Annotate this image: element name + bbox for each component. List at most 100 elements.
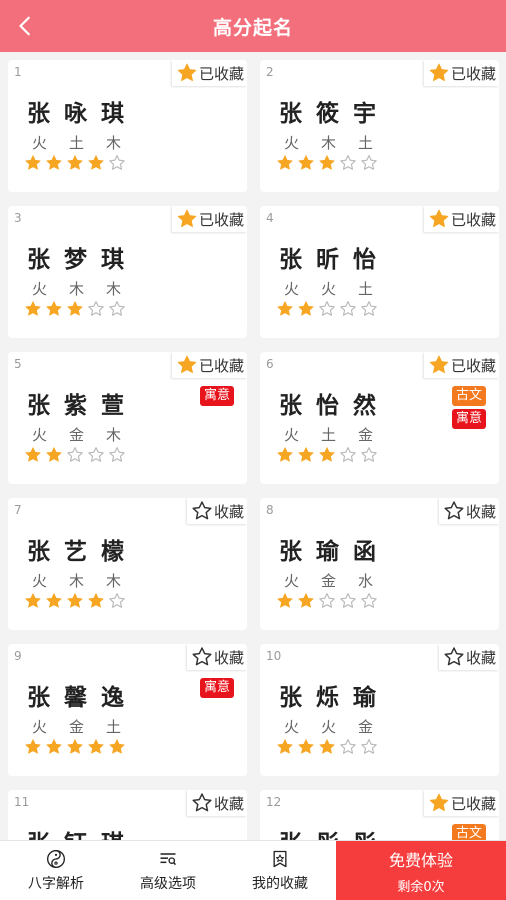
nav-bazi-analysis[interactable]: 八字解析 <box>0 841 112 900</box>
star-outline-icon <box>340 155 356 170</box>
name-character: 梦 <box>64 247 87 273</box>
element-label: 木 <box>106 572 122 590</box>
name-card[interactable]: 4 已收藏张昕怡火 火 土 <box>260 206 499 338</box>
nav-bazi-analysis-label: 八字解析 <box>28 876 84 892</box>
star-filled-icon <box>88 739 104 754</box>
name-card[interactable]: 2 已收藏张筱宇火 木 土 <box>260 60 499 192</box>
element-label: 土 <box>69 134 85 152</box>
favorite-button[interactable]: 收藏 <box>186 498 247 524</box>
classic-tag: 古文 <box>451 824 486 840</box>
name-card[interactable]: 12已收藏张彤彤古文 <box>260 790 499 840</box>
name-text: 张馨逸 <box>27 678 138 712</box>
favorite-button[interactable]: 收藏 <box>186 644 247 670</box>
favorited-button[interactable]: 已收藏 <box>171 206 247 232</box>
card-index: 9 <box>14 649 22 663</box>
star-outline-icon <box>88 301 104 316</box>
star-outline-icon <box>361 739 377 754</box>
name-character: 彤 <box>316 824 353 840</box>
name-character: 然 <box>353 393 376 419</box>
star-filled-icon <box>429 209 449 228</box>
name-card[interactable]: 10 收藏张烁瑜火 火 金 <box>260 644 499 776</box>
free-trial-button[interactable]: 免费体验 剩余0次 <box>336 841 506 900</box>
name-character: 琪 <box>101 824 138 840</box>
favorite-button[interactable]: 收藏 <box>186 790 247 816</box>
favorited-button[interactable]: 已收藏 <box>171 352 247 378</box>
name-card[interactable]: 1 已收藏张咏琪火 土 木 <box>8 60 247 192</box>
favorited-button[interactable]: 已收藏 <box>423 206 499 232</box>
rating-stars <box>276 738 381 756</box>
nav-my-favorites[interactable]: 我的收藏 <box>224 841 336 900</box>
star-outline-icon <box>361 155 377 170</box>
favorite-label: 收藏 <box>213 502 244 521</box>
name-card[interactable]: 3 已收藏张梦琪火 木 木 <box>8 206 247 338</box>
name-character: 烁 <box>316 685 339 711</box>
element-label: 木 <box>321 134 337 152</box>
favorite-label: 已收藏 <box>450 210 496 229</box>
name-list[interactable]: 1 已收藏张咏琪火土木 2 已收藏张筱宇火木土 3 已收藏张梦琪火木木 4 已收藏张昕怡火火土… <box>0 52 506 840</box>
back-button[interactable] <box>12 12 40 40</box>
name-text: 张咏琪 <box>27 94 138 128</box>
card-index: 3 <box>14 211 22 225</box>
nav-advanced-options-label: 高级选项 <box>140 876 196 892</box>
star-filled-icon <box>177 63 197 82</box>
name-card[interactable]: 6 已收藏张怡然火 土 金 古文 寓意 <box>260 352 499 484</box>
name-character: 萱 <box>101 393 124 419</box>
name-character: 檬 <box>101 539 124 565</box>
star-filled-icon <box>277 155 293 170</box>
tag-group: 寓意 <box>199 386 234 409</box>
star-filled-icon <box>277 447 293 462</box>
nav-advanced-options[interactable]: 高级选项 <box>112 841 224 900</box>
star-outline-icon <box>361 447 377 462</box>
name-character: 怡 <box>353 247 376 273</box>
star-filled-icon <box>46 593 62 608</box>
star-filled-icon <box>88 155 104 170</box>
name-character: 瑜 <box>353 685 376 711</box>
favorited-button[interactable]: 已收藏 <box>423 60 499 86</box>
star-outline-icon <box>109 447 125 462</box>
rating-stars <box>24 592 129 610</box>
star-filled-icon <box>67 301 83 316</box>
favorited-button[interactable]: 已收藏 <box>171 60 247 86</box>
nav-my-favorites-label: 我的收藏 <box>252 876 308 892</box>
name-text: 张钰琪 <box>27 824 138 840</box>
five-elements: 火木土 <box>284 132 395 153</box>
name-text: 张瑜函 <box>279 532 390 566</box>
name-card[interactable]: 8 收藏张瑜函火 金 水 <box>260 498 499 630</box>
favorite-button[interactable]: 收藏 <box>438 644 499 670</box>
app-header: 高分起名 <box>0 0 506 52</box>
star-outline-icon <box>340 593 356 608</box>
tag-group: 寓意 <box>199 678 234 701</box>
star-outline-icon <box>192 793 212 812</box>
name-character: 筱 <box>316 101 339 127</box>
star-filled-icon <box>298 155 314 170</box>
card-index: 11 <box>14 795 30 809</box>
star-filled-icon <box>46 155 62 170</box>
name-text: 张昕怡 <box>279 240 390 274</box>
name-card[interactable]: 5 已收藏张紫萱火 金 木 寓意 <box>8 352 247 484</box>
free-trial-title: 免费体验 <box>388 851 453 870</box>
name-character: 张 <box>27 539 50 565</box>
star-filled-icon <box>25 739 41 754</box>
element-label: 金 <box>69 718 85 736</box>
star-filled-icon <box>298 301 314 316</box>
star-outline-icon <box>444 501 464 520</box>
element-label: 木 <box>106 280 122 298</box>
element-label: 金 <box>358 718 374 736</box>
name-character: 函 <box>353 539 376 565</box>
name-character: 张 <box>27 247 50 273</box>
rating-stars <box>276 300 381 318</box>
name-text: 张烁瑜 <box>279 678 390 712</box>
name-card[interactable]: 11 收藏张钰琪 <box>8 790 247 840</box>
favorited-button[interactable]: 已收藏 <box>423 790 499 816</box>
name-text: 张艺檬 <box>27 532 138 566</box>
favorite-button[interactable]: 收藏 <box>438 498 499 524</box>
name-card[interactable]: 7 收藏张艺檬火 木 木 <box>8 498 247 630</box>
name-card[interactable]: 9 收藏张馨逸火 金 土 寓意 <box>8 644 247 776</box>
yin-yang-icon <box>47 850 65 868</box>
name-character: 张 <box>279 539 302 565</box>
five-elements: 火木木 <box>32 278 143 299</box>
element-label: 水 <box>358 572 374 590</box>
star-outline-icon <box>361 301 377 316</box>
favorited-button[interactable]: 已收藏 <box>423 352 499 378</box>
star-filled-icon <box>177 209 197 228</box>
